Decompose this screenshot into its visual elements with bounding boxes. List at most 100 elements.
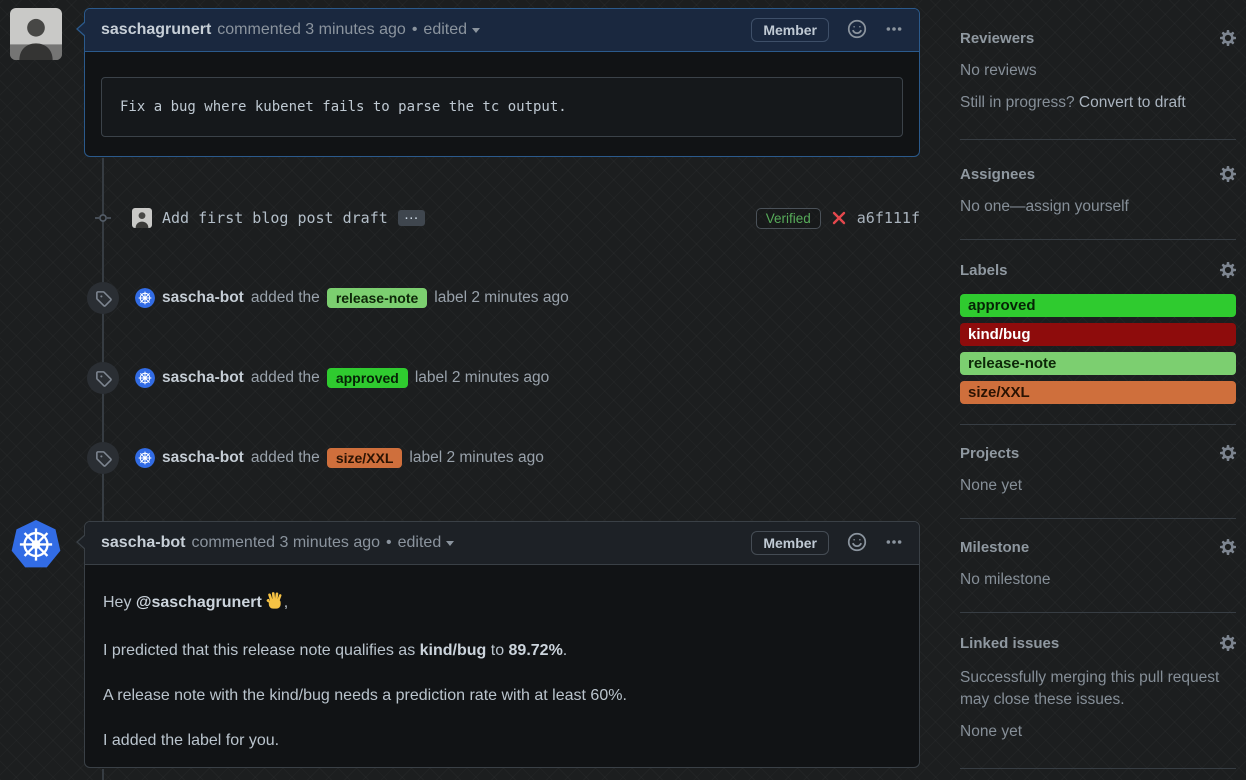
commit-author-avatar[interactable] <box>132 208 152 228</box>
reviewers-gear-button[interactable] <box>1220 30 1236 46</box>
smiley-icon <box>847 19 867 42</box>
sidebar: Reviewers No reviews Still in progress? … <box>960 0 1236 769</box>
gear-icon <box>1220 639 1236 654</box>
milestone-gear-button[interactable] <box>1220 539 1236 555</box>
comment-caret <box>78 534 87 550</box>
milestone-title: Milestone <box>960 539 1029 557</box>
edited-dropdown[interactable]: edited <box>398 534 442 552</box>
comment-author-link[interactable]: sascha-bot <box>101 534 185 552</box>
sidebar-label-kind-bug[interactable]: kind/bug <box>960 323 1236 346</box>
event-action-text: added the <box>251 449 320 467</box>
sidebar-section-reviewers: Reviewers No reviews Still in progress? … <box>960 0 1236 140</box>
labels-gear-button[interactable] <box>1220 262 1236 278</box>
sidebar-section-projects: Projects None yet <box>960 425 1236 519</box>
add-reaction-button[interactable] <box>847 532 867 555</box>
assignees-empty-text[interactable]: No one—assign yourself <box>960 198 1236 216</box>
reviewers-title: Reviewers <box>960 30 1034 48</box>
commit-row: Add first blog post draft … <box>132 205 425 231</box>
timeline-line <box>102 769 104 780</box>
sidebar-section-milestone: Milestone No milestone <box>960 519 1236 613</box>
event-actor-link[interactable]: sascha-bot <box>162 369 244 387</box>
gear-icon <box>1220 543 1236 558</box>
milestone-empty-text: No milestone <box>960 571 1236 589</box>
kebab-horizontal-icon <box>885 533 903 554</box>
sidebar-label-release-note[interactable]: release-note <box>960 352 1236 375</box>
comment-sascha-bot: sascha-bot commented 3 minutes ago • edi… <box>84 521 920 768</box>
comment-body: Hey @saschagrunert, I predicted that thi… <box>85 565 919 750</box>
smiley-icon <box>847 532 867 555</box>
member-badge: Member <box>751 531 829 555</box>
sidebar-label-size-xxl[interactable]: size/XXL <box>960 381 1236 404</box>
avatar-sascha-bot[interactable] <box>10 519 62 571</box>
label-added-paragraph: I added the label for you. <box>103 731 901 750</box>
commit-details-button[interactable]: … <box>398 210 425 226</box>
projects-empty-text: None yet <box>960 477 1236 495</box>
event-tail-text: label 2 minutes ago <box>434 289 568 307</box>
label-event-row: sascha-bot added the approved label 2 mi… <box>87 362 549 394</box>
commit-status-group: Verified a6f111f <box>756 205 920 231</box>
tag-icon-circle <box>87 362 119 394</box>
release-note-code-block: Fix a bug where kubenet fails to parse t… <box>101 77 903 137</box>
waving-hand-icon <box>265 591 284 615</box>
gear-icon <box>1220 34 1236 49</box>
commit-message-link[interactable]: Add first blog post draft <box>162 209 388 227</box>
assignees-gear-button[interactable] <box>1220 166 1236 182</box>
check-failed-x-icon[interactable] <box>831 210 847 226</box>
separator-dot: • <box>412 21 418 39</box>
projects-gear-button[interactable] <box>1220 445 1236 461</box>
event-actor-link[interactable]: sascha-bot <box>162 449 244 467</box>
reviewers-empty-text: No reviews <box>960 62 1236 80</box>
tag-icon-circle <box>87 282 119 314</box>
comment-saschagrunert: saschagrunert commented 3 minutes ago • … <box>84 8 920 157</box>
label-chip[interactable]: release-note <box>327 288 427 308</box>
kubernetes-logo-icon <box>10 519 62 571</box>
git-commit-icon <box>95 210 111 226</box>
linked-issues-description: Successfully merging this pull request m… <box>960 667 1236 711</box>
kebab-horizontal-icon <box>885 20 903 41</box>
event-tail-text: label 2 minutes ago <box>415 369 549 387</box>
prediction-paragraph: I predicted that this release note quali… <box>103 641 901 660</box>
comment-options-button[interactable] <box>885 20 903 41</box>
event-tail-text: label 2 minutes ago <box>409 449 543 467</box>
comment-caret <box>78 21 87 37</box>
projects-title: Projects <box>960 445 1019 463</box>
convert-to-draft-link[interactable]: Convert to draft <box>1079 94 1186 111</box>
gear-icon <box>1220 170 1236 185</box>
pull-request-conversation-page: saschagrunert commented 3 minutes ago • … <box>0 0 1246 780</box>
chevron-down-icon <box>472 28 480 33</box>
sidebar-label-approved[interactable]: approved <box>960 294 1236 317</box>
sascha-bot-avatar[interactable] <box>135 368 155 388</box>
sidebar-section-labels: Labels approved kind/bug release-note si… <box>960 240 1236 425</box>
comment-options-button[interactable] <box>885 533 903 554</box>
linked-issues-gear-button[interactable] <box>1220 635 1236 651</box>
separator-dot: • <box>386 534 392 552</box>
tag-icon-circle <box>87 442 119 474</box>
label-chip[interactable]: approved <box>327 368 408 388</box>
kind-bug-bold: kind/bug <box>420 642 487 659</box>
event-actor-link[interactable]: sascha-bot <box>162 289 244 307</box>
edited-dropdown[interactable]: edited <box>423 21 467 39</box>
add-reaction-button[interactable] <box>847 19 867 42</box>
sascha-bot-avatar[interactable] <box>135 448 155 468</box>
gear-icon <box>1220 449 1236 464</box>
label-event-row: sascha-bot added the release-note label … <box>87 282 569 314</box>
mention-link[interactable]: @saschagrunert <box>136 594 262 611</box>
label-chip[interactable]: size/XXL <box>327 448 403 468</box>
gear-icon <box>1220 266 1236 281</box>
avatar-saschagrunert[interactable] <box>10 8 62 60</box>
reviewers-hint: Still in progress? Convert to draft <box>960 94 1236 112</box>
event-action-text: added the <box>251 369 320 387</box>
threshold-paragraph: A release note with the kind/bug needs a… <box>103 686 901 705</box>
chevron-down-icon <box>446 541 454 546</box>
event-action-text: added the <box>251 289 320 307</box>
commit-sha-link[interactable]: a6f111f <box>857 209 920 227</box>
greeting-paragraph: Hey @saschagrunert, <box>103 591 901 615</box>
comment-timestamp[interactable]: commented 3 minutes ago <box>191 534 380 552</box>
comment-timestamp[interactable]: commented 3 minutes ago <box>217 21 406 39</box>
linked-issues-empty-text: None yet <box>960 723 1236 741</box>
verified-badge[interactable]: Verified <box>756 208 821 229</box>
sascha-bot-avatar[interactable] <box>135 288 155 308</box>
percentage-bold: 89.72% <box>509 642 563 659</box>
assignees-title: Assignees <box>960 166 1035 184</box>
comment-author-link[interactable]: saschagrunert <box>101 21 211 39</box>
